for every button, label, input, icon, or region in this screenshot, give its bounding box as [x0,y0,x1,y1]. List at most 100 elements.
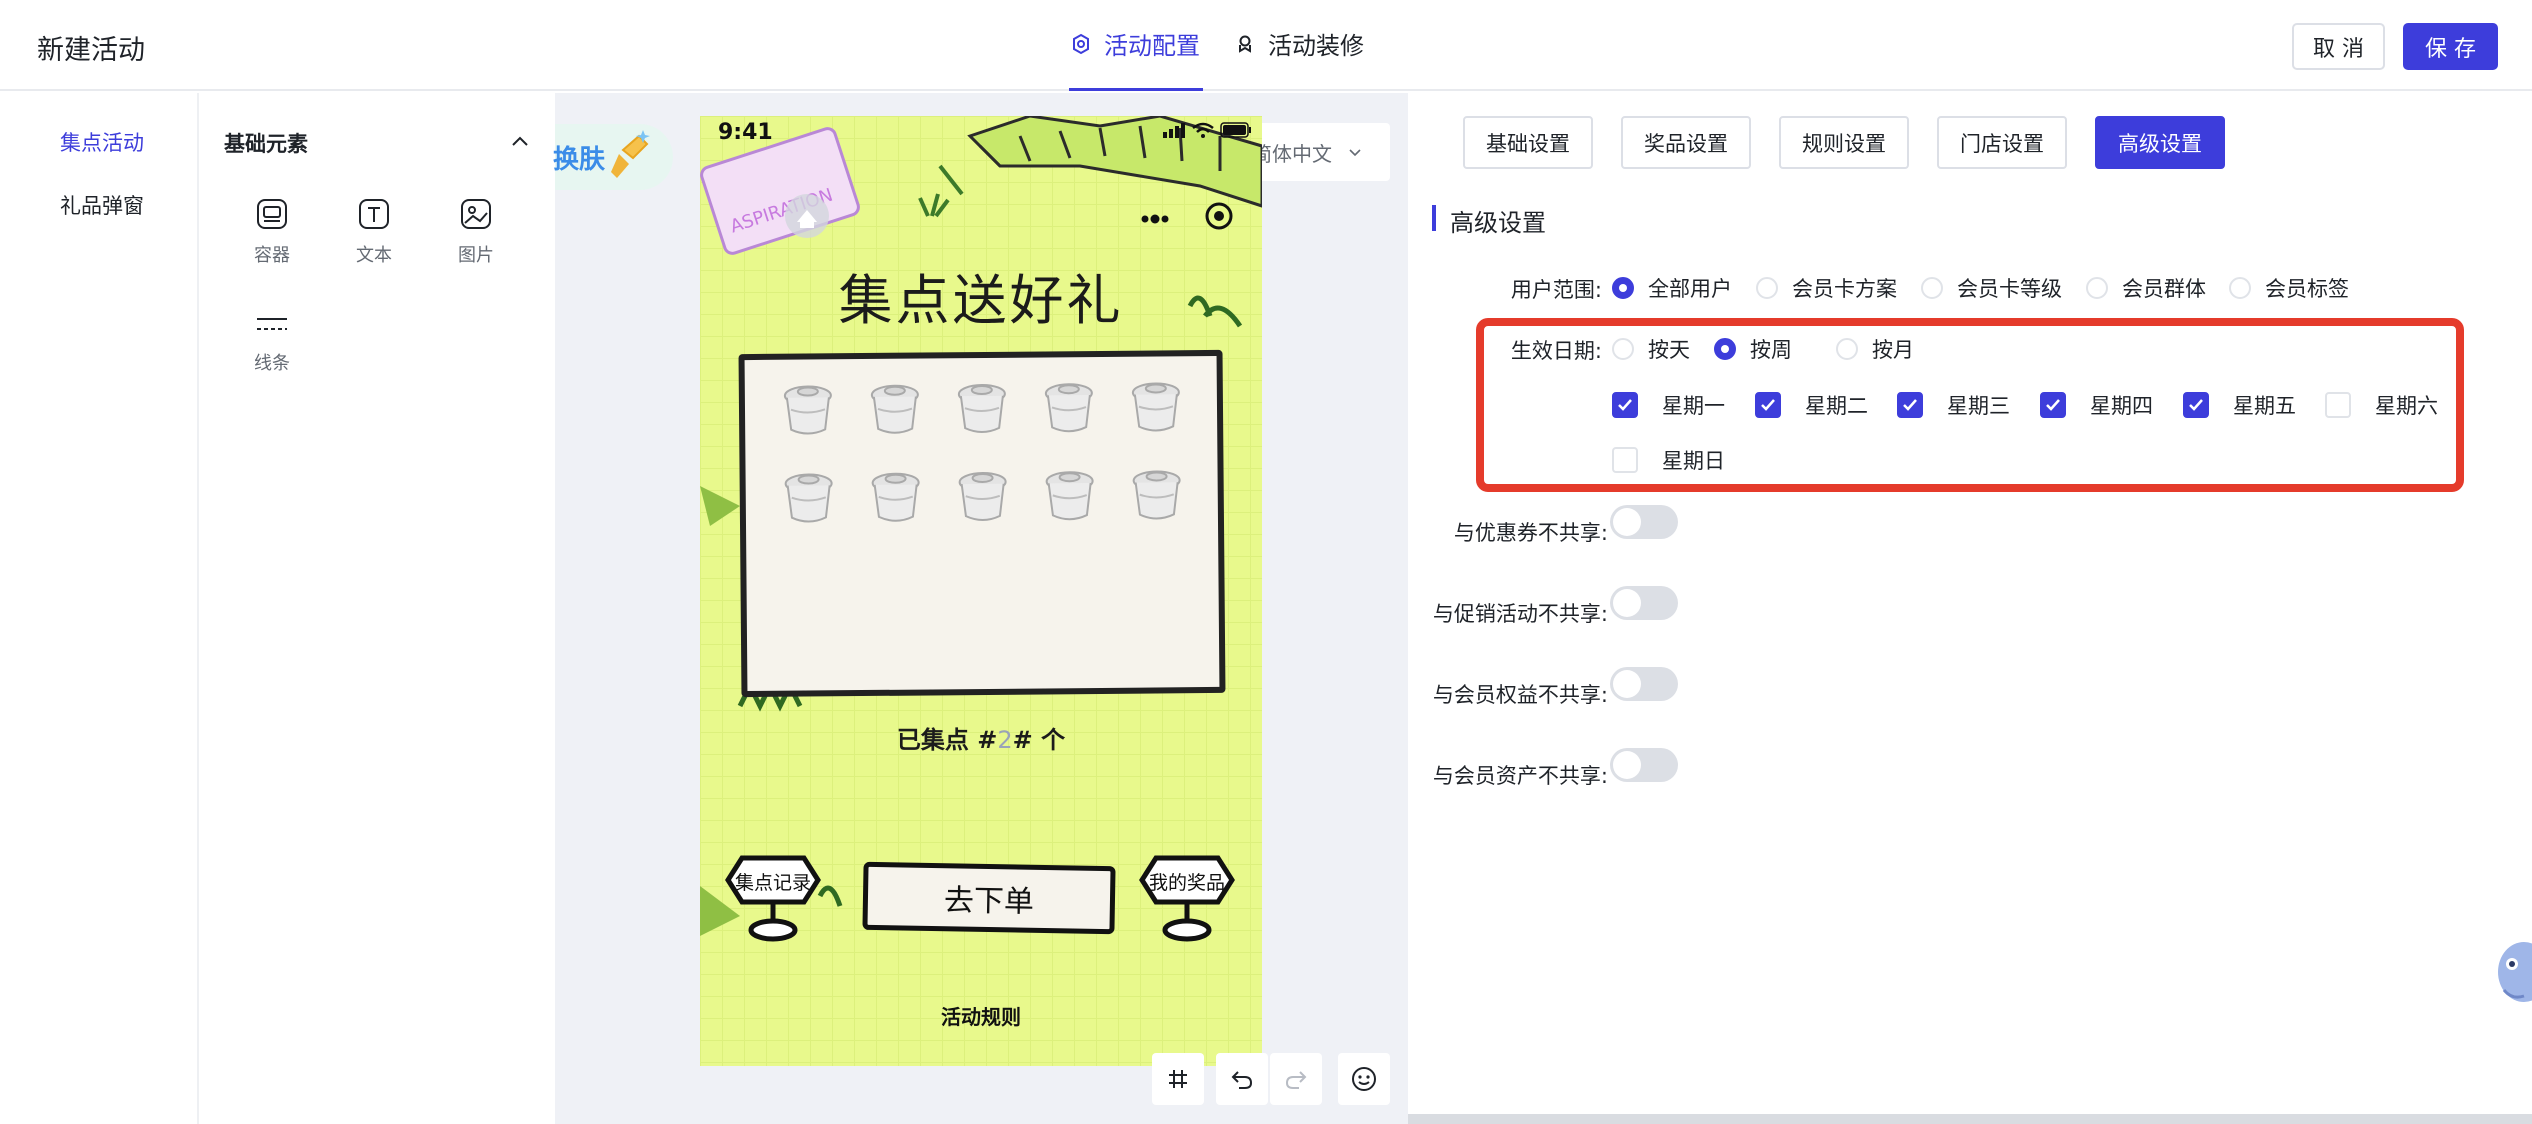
tab-label: 活动装修 [1268,32,1364,60]
signal-icon [1162,122,1186,142]
tab-advanced-settings[interactable]: 高级设置 [2095,116,2225,169]
chevron-up-icon[interactable] [508,130,532,154]
my-prize-button[interactable]: 我的奖品 [1136,846,1238,946]
element-text[interactable]: 文本 [334,197,414,281]
radio-label: 会员卡等级 [1957,277,2062,301]
element-container[interactable]: 容器 [232,197,312,281]
status-icons [1162,122,1252,142]
activity-rules-link[interactable]: 活动规则 [700,1001,1262,1030]
stamp-slot-icon [781,379,836,437]
tab-activity-decorate[interactable]: 活动装修 [1234,26,1364,61]
progress-suffix: # 个 [1012,726,1066,754]
radio-label: 会员群体 [2122,277,2206,301]
left-nav-item-stamp-activity[interactable]: 集点活动 [60,127,144,157]
radio-dot [2086,277,2108,299]
grid-icon[interactable] [1152,1053,1204,1105]
activity-title: 集点送好礼 [838,269,1124,332]
line-icon [255,307,289,341]
my-prize-label: 我的奖品 [1148,872,1225,894]
stamp-slot-icon [868,379,923,437]
left-nav-item-gift-popup[interactable]: 礼品弹窗 [60,190,144,220]
top-bar: 新建活动 活动配置 活动装修 取 消 保 存 [0,0,2532,91]
text-icon [357,197,391,231]
redo-icon[interactable] [1270,1053,1322,1105]
elements-title: 基础元素 [224,132,308,156]
progress-prefix: 已集点 # [896,726,998,754]
status-time: 9:41 [718,120,773,145]
phone-preview: ASPIRATION 9:41 集点送好礼 已集点 #2# 个 集点记录 去下单… [700,116,1262,1066]
radio-dot [2229,277,2251,299]
tab-store-settings[interactable]: 门店设置 [1937,116,2067,169]
toggle-label-coupon: 与优惠券不共享: [1453,521,1608,545]
mini-program-capsule[interactable] [1140,201,1234,235]
radio-member-card-plan[interactable]: 会员卡方案 [1756,273,1897,303]
tab-basic-settings[interactable]: 基础设置 [1463,116,1593,169]
radio-label: 会员卡方案 [1792,277,1897,301]
undo-icon[interactable] [1216,1053,1268,1105]
element-label: 容器 [254,245,290,266]
stamp-slot-icon [1129,464,1184,522]
section-accent-bar [1432,205,1436,231]
radio-dot [1612,277,1634,299]
stamp-slot-icon [955,378,1010,436]
stamp-record-button[interactable]: 集点记录 [722,846,824,946]
skin-label: 换肤 [553,144,606,175]
stamp-card [738,349,1226,698]
container-icon [255,197,289,231]
radio-label: 全部用户 [1648,277,1732,301]
save-button[interactable]: 保 存 [2403,23,2498,70]
chevron-down-icon [1348,140,1362,164]
section-title: 高级设置 [1450,209,1546,237]
toggle-member-rights-not-shared[interactable] [1610,667,1678,701]
radio-dot [1921,277,1943,299]
toggle-coupon-not-shared[interactable] [1610,505,1678,539]
stamp-record-label: 集点记录 [734,872,811,894]
more-icon[interactable] [1140,209,1170,228]
order-button[interactable]: 去下单 [862,861,1116,935]
assistant-mascot-icon[interactable] [2490,930,2532,1014]
page-title: 新建活动 [37,35,145,66]
element-label: 文本 [356,245,392,266]
stamp-slot-icon [782,467,837,525]
stamp-slot-icon [1042,465,1097,523]
element-label: 线条 [254,353,290,374]
progress-value: 2 [997,726,1013,754]
cancel-button[interactable]: 取 消 [2292,23,2385,70]
stamp-slot-icon [955,466,1010,524]
element-line[interactable]: 线条 [232,307,312,391]
radio-all-users[interactable]: 全部用户 [1612,273,1732,303]
toggle-promotion-not-shared[interactable] [1610,586,1678,620]
skin-button[interactable]: 换肤 [553,124,673,190]
radio-member-tag[interactable]: 会员标签 [2229,273,2349,303]
radio-member-card-level[interactable]: 会员卡等级 [1921,273,2062,303]
radio-label: 会员标签 [2265,277,2349,301]
toggle-label-member-rights: 与会员权益不共享: [1432,683,1608,707]
language-value: 简体中文 [1252,141,1332,166]
horizontal-scrollbar[interactable] [1408,1114,2532,1124]
settings-icon [1070,33,1092,55]
left-nav: 集点活动 礼品弹窗 [0,93,199,1124]
toggle-label-promotion: 与促销活动不共享: [1432,602,1608,626]
brush-icon [609,128,653,186]
tab-prize-settings[interactable]: 奖品设置 [1621,116,1751,169]
effective-date-highlight [1476,318,2464,492]
element-image[interactable]: 图片 [436,197,516,281]
stamp-slot-icon [1042,377,1097,435]
emoji-icon[interactable] [1338,1053,1390,1105]
stamp-slot-icon [1129,376,1184,434]
battery-icon [1220,122,1252,142]
active-tab-indicator [1069,88,1203,91]
decorate-icon [1234,33,1256,55]
tab-activity-config[interactable]: 活动配置 [1070,26,1200,61]
toggle-label-member-assets: 与会员资产不共享: [1432,764,1608,788]
tab-rule-settings[interactable]: 规则设置 [1779,116,1909,169]
toggle-member-assets-not-shared[interactable] [1610,748,1678,782]
image-icon [459,197,493,231]
wifi-icon [1192,122,1214,142]
user-scope-label: 用户范围: [1510,278,1602,302]
tab-label: 活动配置 [1104,32,1200,60]
radio-dot [1756,277,1778,299]
close-target-icon[interactable] [1204,201,1234,235]
stamp-slot-icon [869,467,924,525]
radio-member-group[interactable]: 会员群体 [2086,273,2206,303]
